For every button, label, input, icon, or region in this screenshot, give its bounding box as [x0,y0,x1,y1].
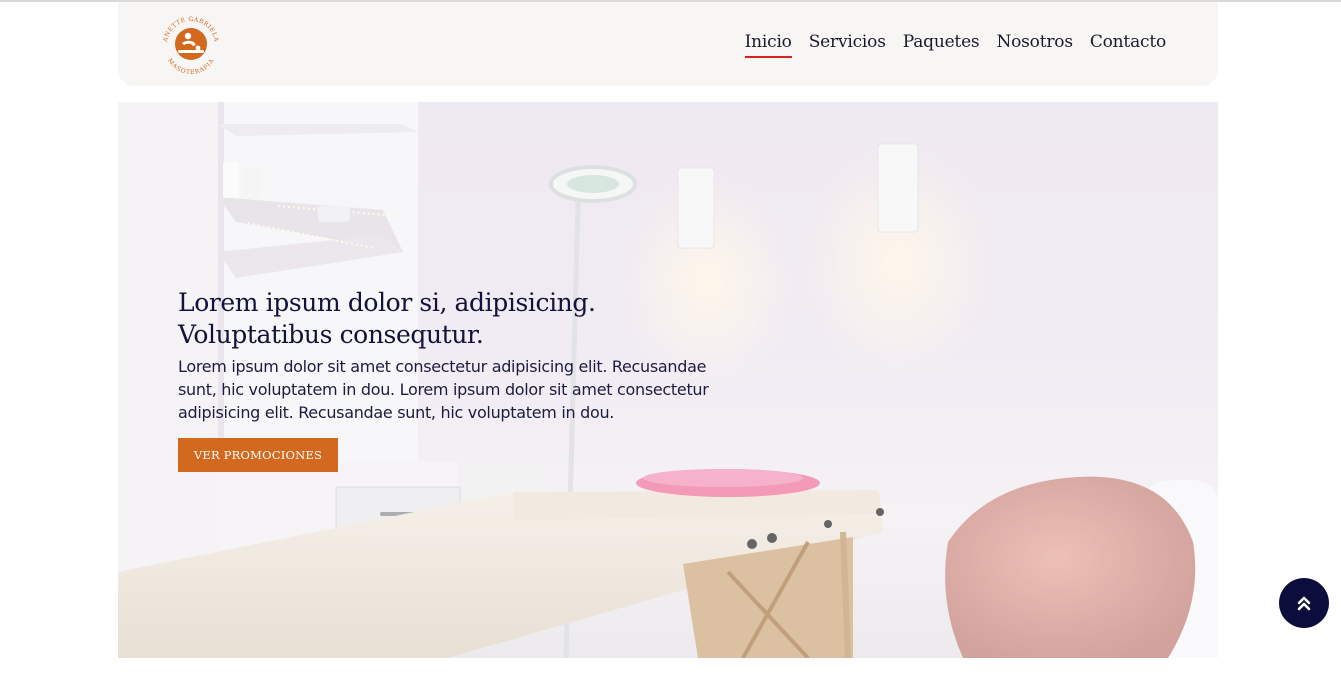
ver-promociones-button[interactable]: VER PROMOCIONES [178,438,338,472]
hero-title-line-2: Voluptatibus consequtur. [178,320,484,349]
nav-link-nosotros[interactable]: Nosotros [996,32,1073,58]
hero-title-line-1: Lorem ipsum dolor si, adipisicing. [178,288,596,317]
hero-description: Lorem ipsum dolor sit amet consectetur a… [178,355,738,424]
hero-description-line-1: Lorem ipsum dolor sit amet consectetur a… [178,357,707,376]
hero-description-line-2: sunt, hic voluptatem in dou. Lorem ipsum… [178,380,709,399]
scroll-to-top-button[interactable] [1279,578,1329,628]
nav-link-servicios[interactable]: Servicios [809,32,886,58]
hero-section: Lorem ipsum dolor si, adipisicing. Volup… [118,102,1218,658]
hero-title: Lorem ipsum dolor si, adipisicing. Volup… [178,287,738,351]
nav-link-inicio[interactable]: Inicio [744,32,792,58]
hero-content: Lorem ipsum dolor si, adipisicing. Volup… [178,287,738,424]
brand-logo[interactable]: ANETTE GABRIELA MASOTERAPIA [158,12,224,78]
hero-description-line-3: adipisicing elit. Recusandae sunt, hic v… [178,403,615,422]
main-nav: Inicio Servicios Paquetes Nosotros Conta… [744,32,1166,58]
double-chevron-up-icon [1297,596,1311,611]
nav-link-paquetes[interactable]: Paquetes [903,32,980,58]
svg-text:MASOTERAPIA: MASOTERAPIA [166,57,216,76]
navbar: ANETTE GABRIELA MASOTERAPIA Inicio Servi… [118,2,1218,86]
nav-link-contacto[interactable]: Contacto [1090,32,1166,58]
logo-subtitle: MASOTERAPIA [166,57,215,76]
